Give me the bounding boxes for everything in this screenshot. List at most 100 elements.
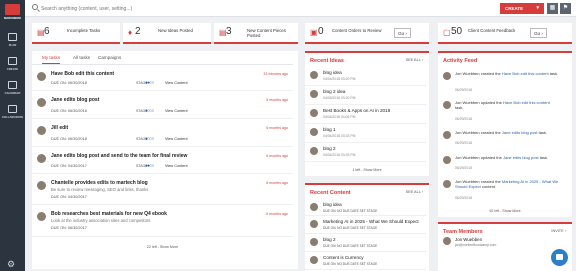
stat-client-feedback: ▢ 50 Client Content Feedback Go › <box>438 23 572 44</box>
idea-date: 04/05/2018 03:20 PM <box>323 96 356 100</box>
content-title[interactable]: blog idea <box>323 202 342 207</box>
stage-progress: ●○○○ <box>145 108 154 113</box>
content-meta: DUE ON: NO DUE DATE SET STAGE <box>323 262 378 266</box>
activity-item: Jon Wuebben created the Jane edits blog … <box>438 129 565 153</box>
tab-my-tasks[interactable]: My tasks <box>42 54 61 64</box>
idea-title[interactable]: blog idea <box>323 70 342 75</box>
activity-user: Jon Wuebben <box>455 130 480 135</box>
task-due: DUE ON: 06/30/2018 <box>51 81 87 85</box>
content-orders-go-button[interactable]: Go › <box>394 28 411 38</box>
stat-value: 6 <box>44 26 50 37</box>
stat-value: 0 <box>318 26 324 37</box>
list-item[interactable]: blog idea DUE ON: NO DUE DATE SET STAGE <box>305 200 426 216</box>
task-row[interactable]: Jane edits blog post and send to the tea… <box>32 148 293 174</box>
task-row[interactable]: Jill edit DUE ON: 06/30/2018 STAGE ●○○○ … <box>32 120 293 147</box>
list-item[interactable]: Content is Currency DUE ON: NO DUE DATE … <box>305 253 426 270</box>
avatar <box>37 212 46 221</box>
activity-item: Jon Wuebben created the Marketing AI in … <box>438 178 565 204</box>
activity-suffix: task. <box>455 105 464 110</box>
invite-link[interactable]: INVITE › <box>551 229 566 233</box>
activity-date: 06/29/2018 <box>455 196 472 200</box>
task-due: DUE ON: 04/30/2017 <box>51 164 87 168</box>
gear-icon[interactable]: ⚙ <box>7 260 15 269</box>
calendar-icon <box>8 81 17 89</box>
activity-show-more[interactable]: 92 left - Show More <box>438 209 572 213</box>
activity-text: Jon Wuebben created the Jane edits blog … <box>455 130 559 135</box>
grid-icon[interactable]: ▦ <box>547 3 558 14</box>
task-title[interactable]: Bob researches best materials for new Q4… <box>51 211 167 217</box>
list-item[interactable]: blog 2 04/04/2018 03:33 PM <box>305 144 426 162</box>
list-item[interactable]: blog 2 idea 04/05/2018 03:20 PM <box>305 87 426 105</box>
member-email: jon@contentbootcamp.com <box>455 243 497 247</box>
idea-title[interactable]: blog 2 <box>323 146 336 151</box>
idea-title[interactable]: blog 1 <box>323 127 336 132</box>
client-feedback-go-button[interactable]: Go › <box>530 28 547 38</box>
task-title[interactable]: Jane edits blog post <box>51 97 99 103</box>
invite-label: INVITE <box>551 229 564 233</box>
activity-action: created the <box>479 71 502 76</box>
content-title[interactable]: Marketing AI in 2025 - What We Should Ex… <box>323 219 419 224</box>
list-item[interactable]: blog 1 04/04/2018 03:33 PM <box>305 125 426 143</box>
view-content-link[interactable]: View Content <box>165 81 188 85</box>
activity-item: Jon Wuebben updated the Have Bob edit th… <box>438 99 565 127</box>
task-title[interactable]: Jane edits blog post and send to the tea… <box>51 153 187 159</box>
tab-all-tasks[interactable]: All tasks <box>73 54 90 64</box>
sidebar-item-create[interactable]: CREATE <box>0 54 25 76</box>
avatar <box>310 128 318 136</box>
tasks-show-more[interactable]: 22 left - Show More <box>32 245 293 249</box>
activity-suffix: task. <box>548 71 559 76</box>
idea-title[interactable]: blog 2 idea <box>323 89 345 94</box>
activity-link[interactable]: Have Bob edit this content <box>502 71 549 76</box>
notification-icon[interactable]: ⚑ <box>560 3 571 14</box>
content-title[interactable]: blog 2 <box>323 237 336 242</box>
brand-logo[interactable] <box>5 4 20 15</box>
sidebar-item-calendar[interactable]: CALENDAR <box>0 78 25 100</box>
task-time: 6 months ago <box>266 154 288 158</box>
sidebar-item-collaborate[interactable]: COLLABORATE <box>0 102 25 124</box>
sidebar-item-plan[interactable]: PLAN <box>0 30 25 52</box>
avatar <box>443 72 451 80</box>
member-name[interactable]: Jon Wuebben <box>455 237 482 242</box>
recent-ideas-see-all[interactable]: SEE ALL › <box>406 58 423 62</box>
recent-content-see-all[interactable]: SEE ALL › <box>406 190 423 194</box>
plan-icon <box>8 33 17 41</box>
team-members-title: Team Members <box>443 229 483 235</box>
idea-date: 04/04/2018 03:20 PM <box>323 77 356 81</box>
task-title[interactable]: Have Bob edit this content <box>51 71 114 77</box>
activity-link[interactable]: Jane edits blog post <box>502 130 538 135</box>
view-content-link[interactable]: View Content <box>165 137 188 141</box>
view-content-link[interactable]: View Content <box>165 164 188 168</box>
create-button[interactable]: CREATE <box>500 3 544 14</box>
task-row[interactable]: Have Bob edit this content DUE ON: 06/30… <box>32 67 293 91</box>
task-due: DUE ON: 06/30/2018 <box>51 137 87 141</box>
task-title[interactable]: Chantelle provides edits to martech blog <box>51 180 148 186</box>
task-row[interactable]: Chantelle provides edits to martech blog… <box>32 175 293 205</box>
task-row[interactable]: Bob researches best materials for new Q4… <box>32 206 293 237</box>
task-title[interactable]: Jill edit <box>51 125 68 131</box>
activity-text: Jon Wuebben created the Have Bob edit th… <box>455 71 559 76</box>
list-item[interactable]: blog 2 DUE ON: NO DUE DATE SET STAGE <box>305 235 426 252</box>
avatar <box>310 71 318 79</box>
task-description: Be sure to review messaging, SEO and lin… <box>51 187 149 192</box>
idea-title[interactable]: Best Books & Apps on AI in 2018 <box>323 108 390 113</box>
activity-link[interactable]: Have Bob edit this content <box>503 100 550 105</box>
activity-feed-panel: Activity Feed Jon Wuebben created the Ha… <box>438 51 572 217</box>
activity-action: updated the <box>479 155 503 160</box>
search-input[interactable] <box>41 3 321 14</box>
activity-link[interactable]: Jane edits blog post <box>503 155 539 160</box>
list-item[interactable]: blog idea 04/04/2018 03:20 PM <box>305 68 426 86</box>
chat-widget-icon[interactable] <box>551 249 568 266</box>
avatar <box>310 147 318 155</box>
avatar <box>443 131 451 139</box>
tab-campaigns[interactable]: Campaigns <box>98 54 121 64</box>
sidebar-item-label: PLAN <box>8 43 17 47</box>
list-item[interactable]: Marketing AI in 2025 - What We Should Ex… <box>305 217 426 234</box>
list-item[interactable]: Best Books & Apps on AI in 2018 04/04/20… <box>305 106 426 124</box>
task-row[interactable]: Jane edits blog post DUE ON: 06/30/2018 … <box>32 92 293 119</box>
bulb-icon: ♦ <box>128 28 133 37</box>
avatar <box>37 126 46 135</box>
ideas-show-more[interactable]: 1 left - Show More <box>305 168 429 172</box>
view-content-link[interactable]: View Content <box>165 109 188 113</box>
avatar <box>37 181 46 190</box>
content-title[interactable]: Content is Currency <box>323 255 364 260</box>
